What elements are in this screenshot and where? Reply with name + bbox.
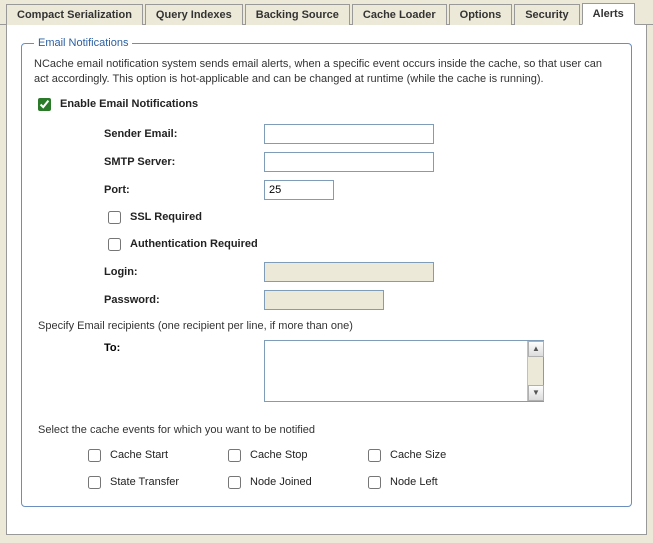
ssl-required-label: SSL Required xyxy=(130,211,202,223)
scrollbar: ▲ ▼ xyxy=(527,341,543,401)
tab-query-indexes[interactable]: Query Indexes xyxy=(145,4,243,25)
enable-email-label: Enable Email Notifications xyxy=(60,98,198,110)
tab-label: Security xyxy=(525,9,568,21)
sender-email-label: Sender Email: xyxy=(104,128,254,140)
recipients-textarea[interactable] xyxy=(265,341,527,401)
tab-label: Alerts xyxy=(593,8,624,20)
password-label: Password: xyxy=(104,294,254,306)
enable-email-checkbox[interactable] xyxy=(38,98,51,111)
email-notifications-group: Email Notifications NCache email notific… xyxy=(21,37,632,507)
tab-security[interactable]: Security xyxy=(514,4,579,25)
event-cache-stop-checkbox[interactable] xyxy=(228,449,241,462)
event-node-joined-checkbox[interactable] xyxy=(228,476,241,489)
tab-cache-loader[interactable]: Cache Loader xyxy=(352,4,447,25)
tab-label: Cache Loader xyxy=(363,9,436,21)
scroll-down-button[interactable]: ▼ xyxy=(528,385,544,401)
tab-label: Backing Source xyxy=(256,9,339,21)
event-label: Cache Start xyxy=(110,449,168,461)
tab-label: Options xyxy=(460,9,502,21)
password-input xyxy=(264,290,384,310)
event-cache-size-checkbox[interactable] xyxy=(368,449,381,462)
events-grid: Cache Start Cache Stop Cache Size State … xyxy=(84,446,619,492)
sender-email-input[interactable] xyxy=(264,124,434,144)
port-input[interactable] xyxy=(264,180,334,200)
fieldset-legend: Email Notifications xyxy=(34,37,132,49)
tab-bar: Compact Serialization Query Indexes Back… xyxy=(0,0,653,25)
port-label: Port: xyxy=(104,184,254,196)
event-label: Cache Stop xyxy=(250,449,307,461)
smtp-server-label: SMTP Server: xyxy=(104,156,254,168)
tab-backing-source[interactable]: Backing Source xyxy=(245,4,350,25)
tab-label: Query Indexes xyxy=(156,9,232,21)
description-text: NCache email notification system sends e… xyxy=(34,57,619,87)
tab-compact-serialization[interactable]: Compact Serialization xyxy=(6,4,143,25)
login-input xyxy=(264,262,434,282)
auth-required-checkbox[interactable] xyxy=(108,238,121,251)
recipients-textarea-wrap: ▲ ▼ xyxy=(264,340,544,402)
event-cache-start-checkbox[interactable] xyxy=(88,449,101,462)
ssl-required-checkbox[interactable] xyxy=(108,211,121,224)
tab-alerts[interactable]: Alerts xyxy=(582,3,635,25)
to-label: To: xyxy=(104,340,254,354)
login-label: Login: xyxy=(104,266,254,278)
event-label: Node Joined xyxy=(250,476,312,488)
event-label: Node Left xyxy=(390,476,438,488)
tab-label: Compact Serialization xyxy=(17,9,132,21)
tab-options[interactable]: Options xyxy=(449,4,513,25)
scroll-up-button[interactable]: ▲ xyxy=(528,341,544,357)
event-node-left-checkbox[interactable] xyxy=(368,476,381,489)
recipients-note: Specify Email recipients (one recipient … xyxy=(38,320,619,332)
events-note: Select the cache events for which you wa… xyxy=(38,424,619,436)
event-state-transfer-checkbox[interactable] xyxy=(88,476,101,489)
event-label: Cache Size xyxy=(390,449,446,461)
smtp-server-input[interactable] xyxy=(264,152,434,172)
auth-required-label: Authentication Required xyxy=(130,238,258,250)
alerts-panel: Email Notifications NCache email notific… xyxy=(6,25,647,535)
event-label: State Transfer xyxy=(110,476,179,488)
